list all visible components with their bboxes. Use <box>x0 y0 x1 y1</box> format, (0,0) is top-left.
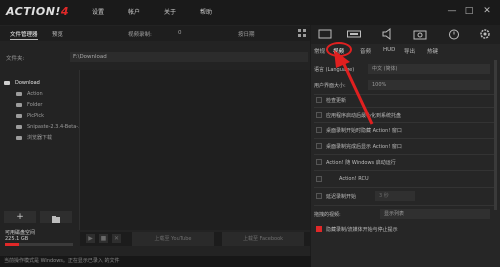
disk-space-fill <box>5 243 19 246</box>
upload-facebook-button[interactable]: 上载至 Facebook <box>222 232 304 246</box>
tree-item-snipaste[interactable]: Snipaste-2.3.4-Beta-... <box>16 123 83 132</box>
grid-view-icon[interactable] <box>297 28 307 38</box>
close-icon[interactable]: ✕ <box>480 4 494 18</box>
tab-export[interactable]: 导出 <box>404 47 415 55</box>
run-at-startup-label: Action! 随 Windows 启动运行 <box>326 160 396 166</box>
delete-icon[interactable]: ✕ <box>112 234 121 243</box>
menu-about[interactable]: 关于 <box>164 7 176 16</box>
app-logo: ACTION!4 <box>6 5 70 18</box>
sort-dropdown[interactable]: 按日期 <box>238 30 255 38</box>
show-after-record-checkbox[interactable] <box>316 143 322 149</box>
hide-on-record-label: 桌面录制开始时隐藏 Action! 窗口 <box>326 128 402 134</box>
folder-path-field[interactable]: F:\Download <box>70 52 308 62</box>
rcu-checkbox[interactable] <box>316 176 322 182</box>
drag-video-select[interactable]: 显示列表 <box>380 209 490 219</box>
open-folder-button[interactable] <box>40 211 72 223</box>
status-text: 当前操作模式是 Windows。正在显示已录入 的文件 <box>4 258 120 264</box>
live-stream-icon[interactable] <box>347 28 361 40</box>
delay-start-label: 延迟录制开始 <box>326 194 357 200</box>
divider <box>314 205 496 206</box>
rcu-label: Action! RCU <box>339 176 369 182</box>
tab-preview[interactable]: 预览 <box>52 30 63 38</box>
hide-on-record-checkbox[interactable] <box>316 127 322 133</box>
menu-settings[interactable]: 设置 <box>92 7 104 16</box>
minimize-icon[interactable]: — <box>445 4 459 18</box>
screen-record-icon[interactable] <box>318 28 332 40</box>
hide-notify-checkbox[interactable] <box>316 226 322 232</box>
left-tab-bar <box>0 26 310 41</box>
folder-icon <box>16 124 22 129</box>
audio-icon[interactable] <box>380 28 394 40</box>
folder-open-icon <box>52 216 60 223</box>
run-at-startup-checkbox[interactable] <box>316 159 322 165</box>
stop-icon[interactable]: ■ <box>99 234 108 243</box>
disk-space-label: 可用磁盘空间 <box>5 230 36 236</box>
play-icon[interactable]: ▶ <box>86 234 95 243</box>
tree-item-download[interactable]: Download <box>4 79 40 88</box>
folder-icon <box>4 80 10 85</box>
divider <box>314 138 496 139</box>
upload-youtube-button[interactable]: 上载至 YouTube <box>132 232 214 246</box>
recordings-label: 视频录制: <box>128 32 152 38</box>
menu-account[interactable]: 帐户 <box>128 7 140 16</box>
tree-item-picpick[interactable]: PicPick <box>16 112 44 121</box>
tab-hotkeys[interactable]: 热键 <box>427 47 438 55</box>
divider <box>314 154 496 155</box>
divider <box>314 170 496 171</box>
tree-item-browser-downloads[interactable]: 浏览器下载 <box>16 134 52 143</box>
hide-notify-label: 隐藏录制/流媒体开始与停止提示 <box>326 227 398 233</box>
drag-video-label: 拖拽的视频: <box>314 212 341 218</box>
folder-icon <box>16 135 22 140</box>
delay-seconds-field[interactable]: 3 秒 <box>375 191 415 201</box>
delay-start-checkbox[interactable] <box>316 193 322 199</box>
settings-scrollbar[interactable] <box>494 60 497 210</box>
recordings-list[interactable] <box>80 70 310 230</box>
tree-item-action[interactable]: Action <box>16 90 43 99</box>
folder-icon <box>16 91 22 96</box>
add-folder-button[interactable]: + <box>4 211 36 223</box>
tree-item-folder[interactable]: Folder <box>16 101 42 110</box>
maximize-icon[interactable]: □ <box>462 4 476 18</box>
divider <box>314 187 496 188</box>
folder-path-label: 文件夹: <box>6 56 25 62</box>
tab-file-manager[interactable]: 文件管理器 <box>10 30 38 40</box>
recordings-count: 0 <box>178 30 182 36</box>
disk-space-value: 225.1 GB <box>5 236 29 242</box>
gear-icon[interactable] <box>478 28 492 40</box>
folder-icon <box>16 102 22 107</box>
camera-icon[interactable] <box>413 28 427 40</box>
menu-help[interactable]: 帮助 <box>200 7 212 16</box>
folder-icon <box>16 113 22 118</box>
annotation-arrow-icon <box>334 50 374 125</box>
timer-icon[interactable] <box>447 28 461 40</box>
title-bar <box>0 0 500 25</box>
show-after-record-label: 桌面录制完成后显示 Action! 窗口 <box>326 144 402 150</box>
